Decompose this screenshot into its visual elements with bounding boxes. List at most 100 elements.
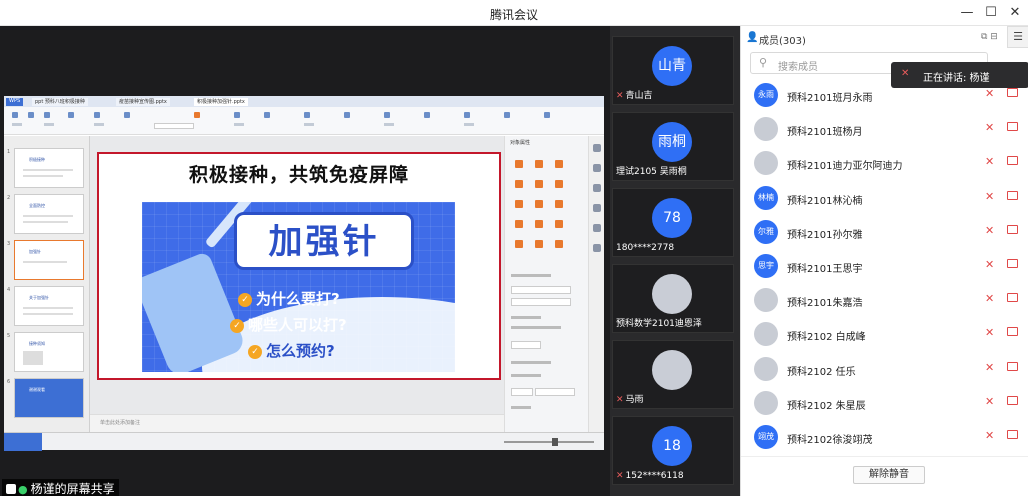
video-tile[interactable]: 山青 ✕ 青山吉 xyxy=(612,36,734,105)
mic-muted-icon[interactable]: ✕ xyxy=(985,361,994,374)
close-button[interactable]: ✕ xyxy=(1006,4,1024,22)
ribbon-icon[interactable] xyxy=(504,112,510,118)
shape-icon[interactable] xyxy=(535,180,543,188)
member-row[interactable]: 思宇 预科2101王思宇 ✕ xyxy=(741,249,1028,283)
toolbar-icon[interactable] xyxy=(593,204,601,212)
camera-off-icon[interactable] xyxy=(1007,190,1018,200)
member-row[interactable]: 预科2101班杨月 ✕ xyxy=(741,112,1028,146)
ribbon-icon[interactable] xyxy=(94,112,100,118)
member-row[interactable]: 林楠 预科2101林沁楠 ✕ xyxy=(741,181,1028,215)
mic-muted-icon[interactable]: ✕ xyxy=(985,121,994,134)
shape-icon[interactable] xyxy=(535,200,543,208)
mic-muted-icon[interactable]: ✕ xyxy=(985,326,994,339)
member-row[interactable]: 翊茂 预科2102徐浚翊茂 ✕ xyxy=(741,420,1028,454)
slide-thumbnail[interactable]: 2 全面防控 xyxy=(7,194,84,234)
tab-doc-3[interactable]: 积极接种加强针.pptx xyxy=(194,98,248,106)
video-tile[interactable]: 雨桐 理试2105 吴雨桐 xyxy=(612,112,734,181)
minimize-button[interactable]: — xyxy=(958,4,976,22)
member-row[interactable]: 预科2101朱嘉浩 ✕ xyxy=(741,283,1028,317)
mic-muted-icon[interactable]: ✕ xyxy=(985,224,994,237)
slide-thumbnail[interactable]: 3 加强针 xyxy=(7,240,84,280)
camera-off-icon[interactable] xyxy=(1007,259,1018,268)
shape-icon[interactable] xyxy=(515,200,523,208)
mic-muted-icon[interactable]: ✕ xyxy=(985,258,994,271)
ribbon-icon[interactable] xyxy=(464,112,470,118)
zoom-slider[interactable] xyxy=(504,441,594,443)
ribbon-icon[interactable] xyxy=(424,112,430,118)
shape-icon[interactable] xyxy=(515,180,523,188)
member-row[interactable]: 预科2102 任乐 ✕ xyxy=(741,352,1028,386)
slide-thumbnail[interactable]: 4 关于加强针 xyxy=(7,286,84,326)
slide-thumbnail[interactable]: 1 积极接种 xyxy=(7,148,84,188)
maximize-button[interactable]: ☐ xyxy=(982,4,1000,22)
mic-muted-icon[interactable]: ✕ xyxy=(985,292,994,305)
shape-icon[interactable] xyxy=(515,240,523,248)
ribbon-icon[interactable] xyxy=(68,112,74,118)
video-tile[interactable]: 预科数学2101迪恩泽 xyxy=(612,264,734,333)
property-field[interactable] xyxy=(511,298,571,306)
toolbar-icon[interactable] xyxy=(593,224,601,232)
ribbon-icon[interactable] xyxy=(264,112,270,118)
shape-icon[interactable] xyxy=(535,240,543,248)
shape-icon[interactable] xyxy=(515,160,523,168)
video-tile[interactable]: ✕ 马雨 xyxy=(612,340,734,409)
camera-off-icon[interactable] xyxy=(1007,327,1018,337)
ribbon-icon[interactable] xyxy=(304,112,310,118)
video-tile[interactable]: 78 180****2778 xyxy=(612,188,734,257)
toolbar-icon[interactable] xyxy=(593,184,601,192)
camera-off-icon[interactable] xyxy=(1007,361,1018,371)
ribbon-icon[interactable] xyxy=(44,112,50,118)
property-field[interactable] xyxy=(511,286,571,294)
member-row[interactable]: 预科2101迪力亚尔阿迪力 ✕ xyxy=(741,146,1028,180)
tab-doc-1[interactable]: ppt 预科八班积极接种 xyxy=(32,98,88,106)
ribbon-icon[interactable] xyxy=(344,112,350,118)
camera-off-icon[interactable] xyxy=(1007,395,1018,405)
ribbon-icon[interactable] xyxy=(124,112,130,118)
tab-wps[interactable]: WPS xyxy=(6,98,24,106)
shape-icon[interactable] xyxy=(555,240,563,248)
mic-muted-icon[interactable]: ✕ xyxy=(985,190,994,203)
shape-icon[interactable] xyxy=(555,180,563,188)
property-field[interactable] xyxy=(511,388,533,396)
member-row[interactable]: 预科2102 朱星辰 ✕ xyxy=(741,386,1028,420)
mic-muted-icon[interactable]: ✕ xyxy=(985,429,994,442)
ribbon-icon[interactable] xyxy=(234,112,240,118)
ribbon-icon[interactable] xyxy=(194,112,200,118)
current-slide[interactable]: 积极接种，共筑免疫屏障 加强针 ✓ 为什么要打? ✓ 哪些人可以打? ✓ 怎么预约? xyxy=(97,152,501,380)
member-row[interactable]: 预科2102 白成峰 ✕ xyxy=(741,317,1028,351)
font-select[interactable] xyxy=(154,123,194,129)
camera-off-icon[interactable] xyxy=(1007,156,1018,166)
unmute-all-button[interactable]: 解除静音 xyxy=(853,466,925,484)
shape-icon[interactable] xyxy=(535,160,543,168)
shape-icon[interactable] xyxy=(555,220,563,228)
ribbon-icon[interactable] xyxy=(28,112,34,118)
menu-button[interactable]: ☰ xyxy=(1007,26,1028,48)
mic-muted-icon[interactable]: ✕ xyxy=(985,395,994,408)
zoom-slider-knob[interactable] xyxy=(552,438,558,446)
camera-off-icon[interactable] xyxy=(1007,293,1018,303)
ribbon-icon[interactable] xyxy=(384,112,390,118)
tab-doc-2[interactable]: 疫苗接种宣传图.pptx xyxy=(116,98,170,106)
camera-off-icon[interactable] xyxy=(1007,122,1018,132)
shape-icon[interactable] xyxy=(555,200,563,208)
slide-thumbnail[interactable]: 6 谢谢观看 xyxy=(7,378,84,418)
camera-off-icon[interactable] xyxy=(1007,88,1018,97)
member-row[interactable]: 尔雅 预科2101孙尔雅 ✕ xyxy=(741,215,1028,249)
camera-off-icon[interactable] xyxy=(1007,430,1018,439)
popout-icon[interactable]: ⧉ ⊟ xyxy=(981,32,998,42)
shape-icon[interactable] xyxy=(535,220,543,228)
shape-icon[interactable] xyxy=(555,160,563,168)
mic-muted-icon[interactable]: ✕ xyxy=(985,87,994,100)
slide-thumbnail[interactable]: 5 接种须知 xyxy=(7,332,84,372)
mic-muted-icon[interactable]: ✕ xyxy=(985,155,994,168)
property-field[interactable] xyxy=(535,388,575,396)
toolbar-icon[interactable] xyxy=(593,144,601,152)
toolbar-icon[interactable] xyxy=(593,164,601,172)
ribbon-icon[interactable] xyxy=(12,112,18,118)
toolbar-icon[interactable] xyxy=(593,244,601,252)
property-field[interactable] xyxy=(511,341,541,349)
ribbon-icon[interactable] xyxy=(544,112,550,118)
shape-icon[interactable] xyxy=(515,220,523,228)
notes-pane[interactable]: 单击此处添加备注 xyxy=(90,414,504,432)
camera-off-icon[interactable] xyxy=(1007,224,1018,234)
